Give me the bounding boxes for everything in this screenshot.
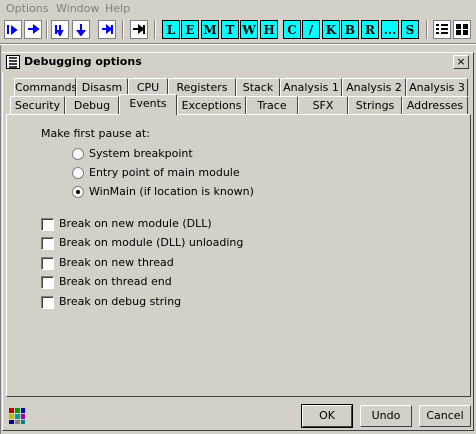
go-to-icon[interactable] xyxy=(130,20,148,39)
tab-stack[interactable]: Stack xyxy=(236,78,280,96)
toolbar-letter-l[interactable]: L xyxy=(162,20,180,39)
window-menu-icon[interactable] xyxy=(6,55,20,69)
radio-entry-point[interactable] xyxy=(72,167,84,179)
tab-sfx[interactable]: SFX xyxy=(298,96,348,114)
radio-label-winmain[interactable]: WinMain (if location is known) xyxy=(89,185,254,198)
undo-button[interactable]: Undo xyxy=(360,405,412,427)
toolbar-letter-slash[interactable]: / xyxy=(302,20,320,39)
cancel-button[interactable]: Cancel xyxy=(419,405,471,427)
checkbox-label-break-debug-string[interactable]: Break on debug string xyxy=(59,295,181,308)
step-over-icon[interactable] xyxy=(24,20,42,39)
tab-strings[interactable]: Strings xyxy=(348,96,402,114)
tab-events[interactable]: Events xyxy=(119,94,177,115)
toolbar-letter-t[interactable]: T xyxy=(221,20,239,39)
tab-analysis-2[interactable]: Analysis 2 xyxy=(342,78,406,96)
menu-bar: Options Window Help xyxy=(0,0,476,18)
execute-till-return-icon[interactable] xyxy=(98,20,116,39)
radio-winmain[interactable] xyxy=(72,186,84,198)
toolbar: L E M T W H C / K B R ... S xyxy=(0,18,476,42)
checkbox-break-debug-string[interactable] xyxy=(41,296,54,309)
list-icon[interactable] xyxy=(433,20,451,39)
checkbox-label-break-new-thread[interactable]: Break on new thread xyxy=(59,256,174,269)
checkbox-label-break-module-unloading[interactable]: Break on module (DLL) unloading xyxy=(59,236,243,249)
toolbar-letter-r[interactable]: R xyxy=(361,20,379,39)
radio-label-entry-point[interactable]: Entry point of main module xyxy=(89,166,240,179)
toolbar-letter-k[interactable]: K xyxy=(322,20,340,39)
tab-registers[interactable]: Registers xyxy=(168,78,236,96)
radio-label-system-breakpoint[interactable]: System breakpoint xyxy=(89,147,193,160)
close-button[interactable]: × xyxy=(453,55,469,69)
tab-commands[interactable]: Commands xyxy=(14,78,77,96)
tab-debug[interactable]: Debug xyxy=(65,96,119,114)
dialog-title: Debugging options xyxy=(24,55,142,68)
checkbox-break-new-thread[interactable] xyxy=(41,257,54,270)
grid-icon[interactable] xyxy=(453,20,471,39)
tab-analysis-3[interactable]: Analysis 3 xyxy=(406,78,468,96)
divider xyxy=(0,43,476,45)
toolbar-letter-s[interactable]: S xyxy=(401,20,419,39)
checkbox-break-module-unloading[interactable] xyxy=(41,237,54,250)
toolbar-letter-b[interactable]: B xyxy=(341,20,359,39)
tab-trace[interactable]: Trace xyxy=(246,96,298,114)
tab-exceptions[interactable]: Exceptions xyxy=(177,96,246,114)
menu-window[interactable]: Window xyxy=(56,2,99,15)
tab-addresses[interactable]: Addresses xyxy=(402,96,468,114)
trace-into-icon[interactable] xyxy=(51,20,69,39)
first-pause-heading: Make first pause at: xyxy=(41,127,150,140)
ok-button[interactable]: OK xyxy=(301,404,353,428)
step-into-icon[interactable] xyxy=(4,20,22,39)
checkbox-label-break-new-module[interactable]: Break on new module (DLL) xyxy=(59,217,212,230)
radio-system-breakpoint[interactable] xyxy=(72,148,84,160)
color-grid-icon[interactable] xyxy=(8,407,26,425)
toolbar-letter-w[interactable]: W xyxy=(240,20,258,39)
trace-over-icon[interactable] xyxy=(72,20,90,39)
tab-security[interactable]: Security xyxy=(10,96,65,114)
toolbar-letter-m[interactable]: M xyxy=(201,20,219,39)
checkbox-break-new-module[interactable] xyxy=(41,218,54,231)
menu-options[interactable]: Options xyxy=(6,2,48,15)
checkbox-break-thread-end[interactable] xyxy=(41,276,54,289)
toolbar-letter-c[interactable]: C xyxy=(283,20,301,39)
toolbar-letter-dots[interactable]: ... xyxy=(381,20,399,39)
tab-analysis-1[interactable]: Analysis 1 xyxy=(280,78,342,96)
toolbar-letter-e[interactable]: E xyxy=(181,20,199,39)
menu-help[interactable]: Help xyxy=(105,2,130,15)
checkbox-label-break-thread-end[interactable]: Break on thread end xyxy=(59,275,172,288)
toolbar-letter-h[interactable]: H xyxy=(260,20,278,39)
